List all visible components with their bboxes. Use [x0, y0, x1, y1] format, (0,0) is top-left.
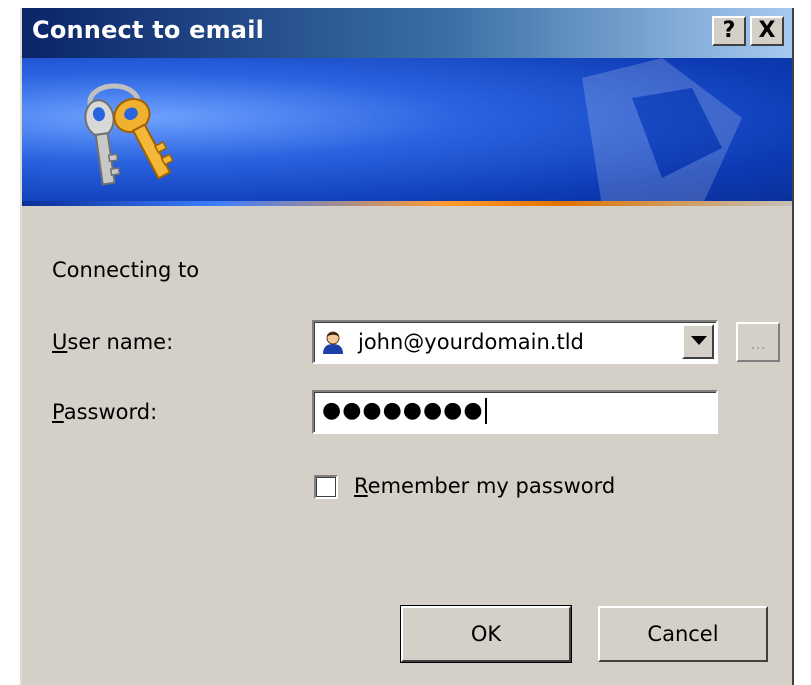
- banner-accent-line: [22, 201, 792, 206]
- username-label: User name:: [52, 330, 173, 354]
- remember-label-accelerator: R: [354, 474, 368, 498]
- title-bar[interactable]: Connect to email ? X: [22, 8, 792, 58]
- ok-button[interactable]: OK: [400, 605, 572, 663]
- username-combobox[interactable]: john@yourdomain.tld: [312, 320, 718, 364]
- keys-icon: [84, 83, 174, 186]
- remember-label-text: emember my password: [367, 474, 616, 498]
- password-label-accelerator: P: [52, 400, 64, 424]
- password-mask: ●●●●●●●●: [322, 398, 487, 424]
- keys-watermark-icon: [582, 58, 742, 206]
- header-banner: [22, 58, 792, 206]
- password-label: Password:: [52, 400, 157, 424]
- window-title: Connect to email: [32, 16, 265, 44]
- chevron-down-icon: [691, 336, 707, 345]
- username-label-accelerator: U: [52, 330, 68, 354]
- close-button[interactable]: X: [750, 16, 784, 46]
- password-dots: ●●●●●●●●: [322, 398, 484, 423]
- connect-dialog: Connect to email ? X Connecting to User …: [20, 8, 794, 685]
- cancel-button[interactable]: Cancel: [598, 606, 768, 662]
- connecting-to-label: Connecting to: [52, 258, 200, 282]
- text-caret: [484, 398, 487, 424]
- remember-password-label[interactable]: Remember my password: [354, 474, 615, 498]
- username-label-text: ser name:: [67, 330, 174, 354]
- user-icon: [321, 330, 345, 354]
- username-value: john@yourdomain.tld: [358, 330, 584, 354]
- password-label-text: assword:: [63, 400, 158, 424]
- browse-accounts-button[interactable]: ...: [736, 322, 780, 362]
- remember-password-checkbox[interactable]: [314, 475, 338, 499]
- username-dropdown-button[interactable]: [682, 324, 714, 359]
- password-input[interactable]: ●●●●●●●●: [312, 390, 718, 434]
- help-button[interactable]: ?: [712, 16, 746, 46]
